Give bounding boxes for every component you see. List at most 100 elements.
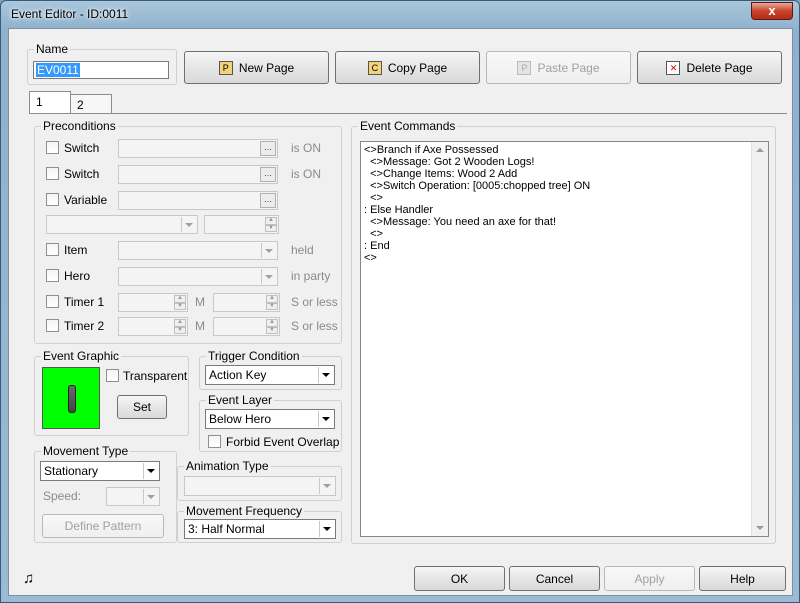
- hero-label: Hero: [64, 269, 91, 283]
- paste-page-label: Paste Page: [537, 60, 600, 75]
- chevron-down-icon: [318, 367, 333, 383]
- spinner-arrows-icon[interactable]: ▲ ▼: [174, 319, 186, 334]
- spinner-arrows-icon[interactable]: ▲ ▼: [174, 295, 186, 310]
- close-button[interactable]: x: [751, 2, 793, 20]
- trigger-condition-group: Trigger Condition Action Key: [199, 349, 342, 390]
- timer1-checkbox[interactable]: [46, 295, 59, 308]
- name-value: EV0011: [36, 63, 80, 77]
- switch2-is-on-label: is ON: [291, 167, 321, 181]
- movement-type-group: Movement Type Stationary Speed: Define P…: [34, 444, 177, 543]
- command-line[interactable]: <>Message: You need an axe for that!: [364, 216, 590, 228]
- switch1-is-on-label: is ON: [291, 141, 321, 155]
- title-bar[interactable]: Event Editor - ID:0011 x: [1, 1, 799, 27]
- tab-page-2[interactable]: 2: [70, 94, 112, 113]
- command-line[interactable]: <>: [364, 252, 590, 264]
- timer2-seconds-spinner[interactable]: ▲ ▼: [213, 317, 280, 336]
- help-button[interactable]: Help: [699, 566, 786, 591]
- copy-page-button[interactable]: C Copy Page: [335, 51, 480, 84]
- forbid-overlap-checkbox[interactable]: [208, 435, 221, 448]
- command-line[interactable]: <>: [364, 228, 590, 240]
- transparent-label: Transparent: [123, 369, 188, 383]
- hero-checkbox[interactable]: [46, 269, 59, 282]
- tab-divider: [29, 113, 787, 114]
- movement-frequency-value: 3: Half Normal: [188, 522, 265, 536]
- event-layer-group: Event Layer Below Hero Forbid Event Over…: [199, 393, 342, 452]
- commands-scrollbar[interactable]: [751, 142, 768, 536]
- define-pattern-label: Define Pattern: [64, 519, 142, 533]
- switch1-field[interactable]: ...: [118, 139, 278, 158]
- cancel-label: Cancel: [535, 571, 574, 586]
- movement-type-dropdown[interactable]: Stationary: [40, 461, 160, 481]
- chevron-down-icon: [261, 269, 276, 284]
- command-line[interactable]: <>Switch Operation: [0005:chopped tree] …: [364, 180, 590, 192]
- delete-page-icon: ✕: [666, 60, 681, 75]
- new-page-button[interactable]: P New Page: [184, 51, 329, 84]
- chevron-down-icon: [181, 217, 196, 232]
- spinner-arrows-icon[interactable]: ▲ ▼: [266, 295, 278, 310]
- apply-label: Apply: [634, 571, 665, 586]
- set-graphic-button[interactable]: Set: [117, 395, 167, 419]
- variable-compare-dropdown[interactable]: [46, 215, 198, 234]
- event-commands-group: Event Commands <>Branch if Axe Possessed…: [351, 119, 776, 544]
- timer1-seconds-spinner[interactable]: ▲ ▼: [213, 293, 280, 312]
- animation-type-dropdown[interactable]: [184, 476, 336, 496]
- scroll-up-icon[interactable]: [752, 142, 768, 158]
- hero-dropdown[interactable]: [118, 267, 278, 286]
- spinner-arrows-icon[interactable]: ▲ ▼: [265, 217, 277, 232]
- copy-page-icon: C: [367, 60, 382, 75]
- item-dropdown[interactable]: [118, 241, 278, 260]
- ok-button[interactable]: OK: [414, 566, 505, 591]
- command-line[interactable]: : Else Handler: [364, 204, 590, 216]
- transparent-checkbox[interactable]: [106, 369, 119, 382]
- music-note-icon[interactable]: ♫: [23, 570, 34, 587]
- delete-page-button[interactable]: ✕ Delete Page: [637, 51, 782, 84]
- item-checkbox[interactable]: [46, 243, 59, 256]
- scroll-down-icon[interactable]: [752, 520, 768, 536]
- movement-frequency-group: Movement Frequency 3: Half Normal: [177, 504, 342, 543]
- event-sprite-icon: [68, 385, 76, 413]
- spinner-arrows-icon[interactable]: ▲ ▼: [266, 319, 278, 334]
- variable-field[interactable]: ...: [118, 191, 278, 210]
- tab-page-2-label: 2: [77, 98, 84, 112]
- command-line[interactable]: <>Branch if Axe Possessed: [364, 144, 590, 156]
- speed-dropdown[interactable]: [106, 487, 160, 506]
- timer2-m-label: M: [195, 319, 205, 333]
- movement-type-value: Stationary: [44, 464, 99, 478]
- chevron-down-icon: [319, 478, 334, 494]
- tab-page-1[interactable]: 1: [29, 91, 71, 113]
- switch2-checkbox[interactable]: [46, 167, 59, 180]
- timer2-minutes-spinner[interactable]: ▲ ▼: [118, 317, 188, 336]
- movement-type-label: Movement Type: [41, 444, 131, 458]
- paste-page-button[interactable]: P Paste Page: [486, 51, 631, 84]
- command-line[interactable]: : End: [364, 240, 590, 252]
- chevron-down-icon: [143, 489, 158, 504]
- name-input[interactable]: EV0011: [33, 61, 169, 79]
- command-line[interactable]: <>: [364, 192, 590, 204]
- apply-button[interactable]: Apply: [604, 566, 695, 591]
- switch2-field[interactable]: ...: [118, 165, 278, 184]
- new-page-label: New Page: [238, 60, 295, 75]
- command-line[interactable]: <>Change Items: Wood 2 Add: [364, 168, 590, 180]
- switch1-browse-button[interactable]: ...: [260, 141, 276, 156]
- event-layer-dropdown[interactable]: Below Hero: [205, 409, 335, 429]
- trigger-condition-value: Action Key: [209, 368, 267, 382]
- variable-value-spinner[interactable]: ▲ ▼: [204, 215, 279, 234]
- variable-browse-button[interactable]: ...: [260, 193, 276, 208]
- variable-checkbox[interactable]: [46, 193, 59, 206]
- timer2-checkbox[interactable]: [46, 319, 59, 332]
- item-label: Item: [64, 243, 88, 257]
- event-commands-list[interactable]: <>Branch if Axe Possessed <>Message: Got…: [360, 141, 769, 537]
- cancel-button[interactable]: Cancel: [509, 566, 600, 591]
- name-label: Name: [34, 42, 71, 56]
- timer1-m-label: M: [195, 295, 205, 309]
- timer1-minutes-spinner[interactable]: ▲ ▼: [118, 293, 188, 312]
- movement-frequency-dropdown[interactable]: 3: Half Normal: [184, 519, 336, 539]
- switch1-checkbox[interactable]: [46, 141, 59, 154]
- event-graphic-preview[interactable]: [42, 367, 100, 429]
- switch2-browse-button[interactable]: ...: [260, 167, 276, 182]
- variable-label: Variable: [64, 193, 108, 207]
- trigger-condition-dropdown[interactable]: Action Key: [205, 365, 335, 385]
- forbid-overlap-label: Forbid Event Overlap: [226, 435, 340, 449]
- define-pattern-button[interactable]: Define Pattern: [42, 514, 164, 538]
- command-line[interactable]: <>Message: Got 2 Wooden Logs!: [364, 156, 590, 168]
